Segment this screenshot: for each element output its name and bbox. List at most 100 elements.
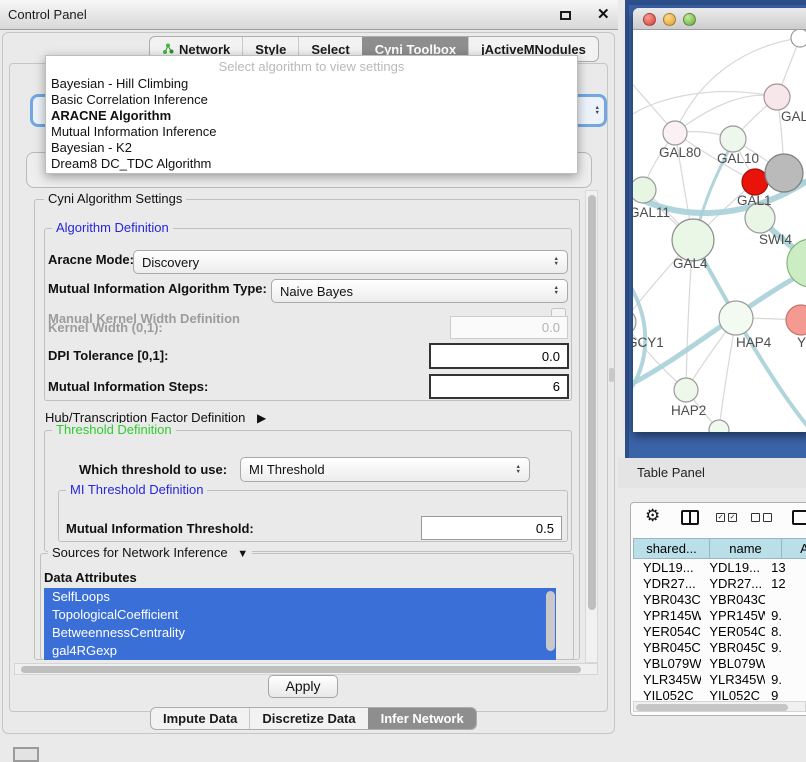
sources-toggle[interactable]: Sources for Network Inference ▼ xyxy=(48,546,252,561)
table-panel-title: Table Panel xyxy=(637,458,705,488)
select-all-icon[interactable]: ✓ ✓ xyxy=(716,513,737,522)
list-scrollbar-thumb[interactable] xyxy=(546,591,555,651)
panel-splitter-handle[interactable] xyxy=(609,368,614,382)
network-node[interactable] xyxy=(663,121,687,145)
which-threshold-select[interactable]: MI Threshold ▲▼ xyxy=(240,457,530,482)
table-header-row: shared...nameA xyxy=(633,538,806,559)
table-row[interactable]: YIL052CYIL052C9 xyxy=(633,688,806,700)
table-row[interactable]: YBL079WYBL079W xyxy=(633,656,806,672)
docked-panel-icon[interactable] xyxy=(13,747,39,762)
apply-button[interactable]: Apply xyxy=(268,675,338,698)
column-header[interactable]: name xyxy=(710,538,782,559)
mi-steps-label: Mutual Information Steps: xyxy=(48,379,208,394)
network-node[interactable] xyxy=(765,154,803,192)
settings-hscrollbar-thumb[interactable] xyxy=(21,666,581,673)
list-item[interactable]: TopologicalCoefficient xyxy=(44,606,556,624)
aracne-mode-value: Discovery xyxy=(142,255,199,270)
panel-title: Control Panel xyxy=(8,0,87,29)
close-traffic-icon[interactable] xyxy=(643,13,656,26)
network-node[interactable] xyxy=(764,84,790,110)
table-cell: YER054C xyxy=(701,624,765,640)
close-icon[interactable]: ✕ xyxy=(597,5,610,23)
network-node[interactable] xyxy=(674,378,698,402)
node-label: GCY1 xyxy=(633,335,664,350)
network-node[interactable] xyxy=(672,219,714,261)
table-row[interactable]: YPR145WYPR145W9. xyxy=(633,608,806,624)
mi-type-label: Mutual Information Algorithm Type: xyxy=(48,281,267,296)
network-node[interactable] xyxy=(720,126,746,152)
list-item[interactable]: BetweennessCentrality xyxy=(44,624,556,642)
network-node[interactable] xyxy=(791,30,806,47)
network-window-titlebar[interactable] xyxy=(633,8,806,30)
table-cell: YER054C xyxy=(633,624,701,640)
collapse-right-icon: ▶ xyxy=(257,411,266,425)
tab-impute-data[interactable]: Impute Data xyxy=(151,708,249,729)
table-cell: YBR043C xyxy=(633,592,701,608)
table-hscrollbar[interactable] xyxy=(633,701,806,712)
collapse-down-icon: ▼ xyxy=(237,548,248,560)
table-row[interactable]: YDR27...YDR27...12 xyxy=(633,576,806,592)
table-row[interactable]: YBR043CYBR043C xyxy=(633,592,806,608)
zoom-traffic-icon[interactable] xyxy=(683,13,696,26)
table-row[interactable]: YDL19...YDL19...13 xyxy=(633,560,806,576)
settings-scrollbar-thumb[interactable] xyxy=(588,195,596,610)
dpi-tolerance-input[interactable] xyxy=(429,343,569,369)
network-node[interactable] xyxy=(786,305,806,335)
dpi-tolerance-label: DPI Tolerance [0,1]: xyxy=(48,348,168,363)
network-canvas[interactable]: GALGAL80GAL10GAL1SWI4GAL11GAL4GCY1HAP4YH… xyxy=(633,30,806,432)
network-node[interactable] xyxy=(742,169,768,195)
float-window-icon[interactable] xyxy=(560,11,571,20)
table-row[interactable]: YBR045CYBR045C9. xyxy=(633,640,806,656)
algorithm-option[interactable]: Bayesian - Hill Climbing xyxy=(46,76,577,92)
kernel-width-input[interactable] xyxy=(450,316,568,339)
network-node[interactable] xyxy=(719,301,753,335)
mi-type-select[interactable]: Naive Bayes ▲▼ xyxy=(271,279,568,303)
algorithm-option[interactable]: Mutual Information Inference xyxy=(46,124,577,140)
table-cell: YBL079W xyxy=(701,656,765,672)
settings-hscrollbar[interactable] xyxy=(14,663,598,675)
network-node[interactable] xyxy=(633,177,656,203)
algorithm-option[interactable]: Bayesian - K2 xyxy=(46,140,577,156)
table-mode-icon[interactable] xyxy=(792,510,806,525)
algorithm-option[interactable]: Basic Correlation Inference xyxy=(46,92,577,108)
unchecked-box-icon xyxy=(763,513,772,522)
mi-threshold-input[interactable] xyxy=(421,516,562,540)
table-cell: 9 xyxy=(765,688,806,700)
algorithm-option[interactable]: ARACNE Algorithm xyxy=(46,108,577,124)
minimize-traffic-icon[interactable] xyxy=(663,13,676,26)
tab-infer-network[interactable]: Infer Network xyxy=(368,708,476,729)
table-row[interactable]: YER054CYER054C8. xyxy=(633,624,806,640)
network-edge[interactable] xyxy=(675,95,777,133)
column-header[interactable]: shared... xyxy=(633,538,710,559)
node-label: GAL1 xyxy=(737,193,772,208)
network-graph: GALGAL80GAL10GAL1SWI4GAL11GAL4GCY1HAP4YH… xyxy=(633,30,806,432)
list-item[interactable]: SelfLoops xyxy=(44,588,556,606)
table-cell: YBR045C xyxy=(701,640,765,656)
table-cell: YDL19... xyxy=(633,560,701,576)
gear-icon[interactable]: ⚙ xyxy=(645,506,660,526)
column-header[interactable]: A xyxy=(782,538,806,559)
checked-box-icon: ✓ xyxy=(728,513,737,522)
algorithm-option[interactable]: Dream8 DC_TDC Algorithm xyxy=(46,156,577,172)
aracne-mode-label: Aracne Mode: xyxy=(48,252,134,267)
table-cell xyxy=(765,656,806,672)
table-cell: YLR345W xyxy=(633,672,701,688)
columns-icon[interactable] xyxy=(681,510,699,525)
table-hscrollbar-thumb[interactable] xyxy=(636,704,788,711)
table-cell: YIL052C xyxy=(701,688,765,700)
mi-steps-input[interactable] xyxy=(429,374,569,399)
aracne-mode-select[interactable]: Discovery ▲▼ xyxy=(133,250,568,274)
algorithm-definition-title: Algorithm Definition xyxy=(52,221,173,235)
list-item[interactable]: gal4RGexp xyxy=(44,642,556,660)
tab-discretize-data[interactable]: Discretize Data xyxy=(249,708,367,729)
table-cell: 9. xyxy=(765,672,806,688)
table-cell: 9. xyxy=(765,608,806,624)
attribute-list: SelfLoopsTopologicalCoefficientBetweenne… xyxy=(44,588,556,660)
settings-scrollbar[interactable] xyxy=(585,190,598,663)
deselect-all-icon[interactable] xyxy=(751,513,772,522)
table-row[interactable]: YLR345WYLR345W9. xyxy=(633,672,806,688)
checked-box-icon: ✓ xyxy=(716,513,725,522)
network-node[interactable] xyxy=(633,309,636,335)
table-cell: YDL19... xyxy=(701,560,765,576)
table-cell: 12 xyxy=(765,576,806,592)
